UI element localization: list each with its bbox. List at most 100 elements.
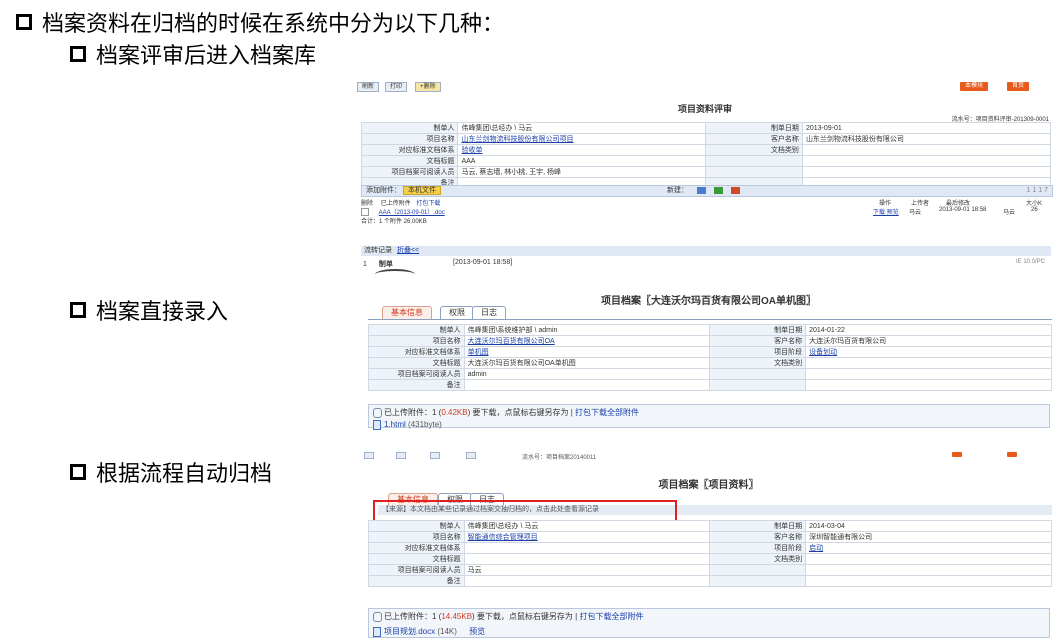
field-value [463, 575, 711, 587]
paperclip-icon [373, 407, 382, 418]
new-excel-icon[interactable] [714, 187, 723, 194]
flow-row: 1 制单 [2013-09-01 18:58] IE 10.0/PC [363, 259, 1053, 269]
paperclip-icon [373, 611, 382, 622]
preview-link[interactable]: 预览 [469, 627, 485, 636]
tab-underline [368, 319, 1052, 320]
field-label: 项目档案可阅读人员 [368, 368, 465, 380]
field-value [463, 553, 711, 565]
screenshot-archive-review: 刷新 打印 +删除 本模块 首页 项目资料评审 流水号：项目资料评审-20130… [355, 78, 1055, 278]
pager: 1 1 1 7 [1026, 187, 1048, 194]
square-bullet-icon [70, 302, 86, 318]
field-value [805, 379, 1052, 391]
field-value: 马云 [463, 564, 711, 576]
pack-download-link[interactable]: 打包下载全部附件 [575, 408, 639, 417]
download-preview-links[interactable]: 下载 预览 [873, 207, 899, 216]
attachment-item: 1.html (431byte) [369, 420, 1049, 430]
field-label [709, 564, 807, 576]
table-row: 对应标准文档体系 验收单 文档类别 [360, 144, 1052, 156]
field-value [805, 564, 1052, 576]
field-label: 制单日期 [709, 324, 807, 336]
refresh-button[interactable]: 刷新 [357, 82, 380, 92]
signature-stroke [375, 269, 415, 278]
modified-column: 最后修改 [946, 201, 971, 207]
attachment-summary: 已上传附件：1 (14.45KB) 要下载，点鼠标右键另存为 | 打包下载全部附… [369, 609, 1049, 624]
field-label: 文档标题 [360, 155, 459, 167]
field-value[interactable]: 智能通信综合管理项目 [463, 531, 711, 543]
print-button[interactable]: 打印 [385, 82, 408, 92]
toolbar-button[interactable] [364, 452, 374, 459]
collapse-toggle[interactable]: 折叠<< [397, 247, 419, 254]
detail-table: 制单人 伟峰集团\系统维护部 \ admin 制单日期 2014-01-22 项目名称大… [368, 324, 1052, 391]
field-value[interactable]: 启动 [805, 542, 1052, 554]
field-value [805, 368, 1052, 380]
home-button[interactable]: 首页 [1007, 82, 1030, 91]
new-ppt-icon[interactable] [731, 187, 740, 194]
add-attachment-label: 添加附件： [366, 187, 401, 194]
field-label: 项目名称 [368, 531, 465, 543]
table-row: 制单人 伟峰集团\总经办 \ 马云 制单日期 2013-09-01 [360, 122, 1052, 134]
toolbar-button[interactable] [466, 452, 476, 459]
page-title: 项目档案〖项目资料〗 [658, 480, 759, 491]
field-value: 2014-03-04 [805, 520, 1052, 532]
field-value: 2014-01-22 [805, 324, 1052, 336]
field-value [805, 575, 1052, 587]
serial-number: 流水号：项目档案20140011 [522, 455, 597, 461]
sub-bullet-text: 档案直接录入 [96, 300, 229, 325]
field-value[interactable]: 单机图 [463, 346, 711, 358]
page-title: 项目档案〖大连沃尔玛百货有限公司OA单机图〗 [601, 296, 816, 307]
field-label: 文档类别 [709, 553, 807, 565]
uploader-value: 马云 [909, 210, 922, 216]
uploader-column: 上传者 [911, 201, 930, 207]
home-button[interactable] [1007, 452, 1017, 457]
field-value[interactable]: 验收单 [457, 144, 707, 156]
field-value[interactable]: 大连沃尔玛百货有限公司OA [463, 335, 711, 347]
table-row: 文档标题 大连沃尔玛百货有限公司OA单机图 文档类别 [368, 357, 1052, 369]
table-row: 项目档案可阅读人员 admin [368, 368, 1052, 380]
field-value: 马云, 蔡志墙, 林小桃, 王宇, 杨峰 [457, 166, 707, 178]
table-row: 项目名称 山东兰剑物流科技股份有限公司项目 客户名称 山东兰剑物流科技股份有限公司 [360, 133, 1052, 145]
field-value [801, 144, 1052, 156]
attachment-panel: 已上传附件：1 (14.45KB) 要下载，点鼠标右键另存为 | 打包下载全部附… [368, 608, 1050, 638]
tab-permission[interactable]: 权限 [440, 306, 474, 319]
flow-record-label: 流转记录 [364, 247, 392, 254]
flow-record-bar: 流转记录 折叠<< [361, 246, 1051, 256]
delete-button[interactable]: +删除 [415, 82, 441, 92]
module-button[interactable] [952, 452, 962, 457]
field-label: 客户名称 [705, 133, 803, 145]
toolbar-button[interactable] [396, 452, 406, 459]
field-value[interactable]: 山东兰剑物流科技股份有限公司项目 [457, 133, 707, 145]
square-bullet-icon [70, 46, 86, 62]
tab-log[interactable]: 日志 [472, 306, 506, 319]
attach-toolbar: 添加附件： 本机文件 新建： 1 1 1 7 [361, 185, 1053, 197]
modified-value: 2013-09-01 18:58 [939, 207, 987, 213]
field-label: 制单日期 [709, 520, 807, 532]
attachment-size: 0.42KB [441, 408, 468, 417]
table-row: 文档标题 文档类别 [368, 553, 1052, 565]
size-column: 大小K [1026, 201, 1043, 207]
pack-download-link[interactable]: 打包下载全部附件 [579, 612, 643, 621]
field-value[interactable]: 设备划动 [805, 346, 1052, 358]
attachment-panel: 已上传附件：1 (0.42KB) 要下载，点鼠标右键另存为 | 打包下载全部附件… [368, 404, 1050, 430]
table-row: 对应标准文档体系 项目阶段 启动 [368, 542, 1052, 554]
attach-row: AAA（2013-09-01）.doc 下载 预览 马云 2013-09-01 … [361, 207, 1051, 217]
field-value: 伟峰集团\系统维护部 \ admin [463, 324, 711, 336]
module-button[interactable]: 本模块 [960, 82, 989, 91]
local-file-button[interactable]: 本机文件 [402, 186, 441, 195]
table-row: 备注 [368, 379, 1052, 391]
field-value [463, 542, 711, 554]
attachment-file-link[interactable]: 项目规划.docx [384, 627, 435, 636]
tab-basic-info[interactable]: 基本信息 [382, 306, 432, 319]
attachment-file-link[interactable]: 1.html [384, 420, 406, 429]
screenshot-direct-entry: 项目档案〖大连沃尔玛百货有限公司OA单机图〗 基本信息 权限 日志 制单人 伟峰集… [362, 286, 1055, 432]
field-label: 对应标准文档体系 [368, 542, 465, 554]
op-column: 操作 [879, 201, 892, 207]
field-value: 深圳智能通有限公司 [805, 531, 1052, 543]
toolbar-button[interactable] [430, 452, 440, 459]
attachment-summary: 已上传附件：1 (0.42KB) 要下载，点鼠标右键另存为 | 打包下载全部附件 [369, 405, 1049, 420]
table-row: 文档标题 AAA [360, 155, 1052, 167]
document-icon [373, 626, 381, 637]
new-word-icon[interactable] [697, 187, 706, 194]
field-label: 备注 [368, 575, 465, 587]
sub-bullet-direct: 档案直接录入 [70, 294, 228, 326]
new-label: 新建： [667, 187, 688, 194]
